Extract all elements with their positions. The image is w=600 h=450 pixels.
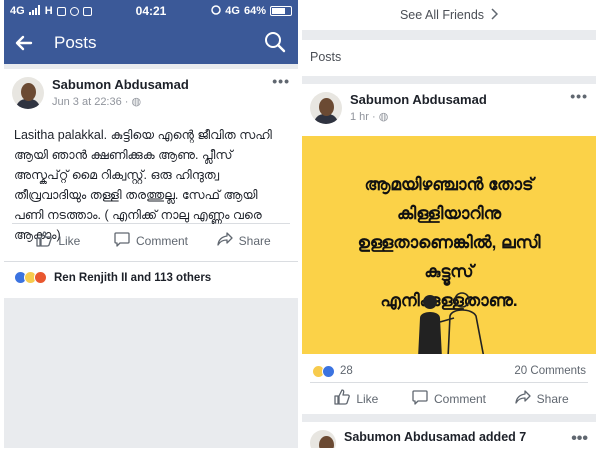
share-button[interactable]: Share bbox=[197, 231, 290, 250]
notification-icon bbox=[56, 6, 66, 16]
post-text: Lasitha palakkal. കുട്ടിയെ എന്റെ ജീവിത സ… bbox=[14, 128, 272, 242]
signal-icon bbox=[28, 4, 41, 18]
chevron-right-icon bbox=[490, 7, 499, 23]
avatar[interactable] bbox=[310, 430, 336, 448]
share-button[interactable]: Share bbox=[495, 389, 588, 408]
left-screen: 4G H 04:21 4G 64% Posts Sabumon Abdusama… bbox=[4, 0, 298, 448]
alarm-icon bbox=[211, 4, 222, 18]
post-meta: 1 hr · ◍ bbox=[350, 110, 570, 123]
see-all-friends-link[interactable]: See All Friends bbox=[302, 0, 596, 30]
banner-line: കിള്ളിയാറിനു bbox=[396, 204, 502, 223]
like-reaction-icon bbox=[322, 364, 335, 378]
reactions-summary: Ren Renjith II and 113 others bbox=[54, 271, 212, 284]
post-timestamp[interactable]: 1 hr bbox=[350, 111, 369, 123]
network-right: 4G bbox=[225, 5, 240, 17]
thumbs-up-icon bbox=[334, 389, 351, 408]
facebook-notif-icon bbox=[82, 6, 92, 16]
thumbs-up-icon bbox=[36, 231, 53, 250]
globe-icon: · ◍ bbox=[372, 111, 389, 123]
search-icon[interactable] bbox=[264, 31, 288, 55]
angry-reaction-icon bbox=[34, 271, 47, 284]
post-header: Sabumon Abdusamad 1 hr · ◍ ••• bbox=[302, 84, 596, 136]
comment-count[interactable]: 20 Comments bbox=[514, 365, 586, 377]
globe-icon: · ◍ bbox=[124, 96, 142, 108]
post-card: Sabumon Abdusamad 1 hr · ◍ ••• ആമയിഴഞ്ചാ… bbox=[302, 84, 596, 414]
post-actions: Like Comment Share bbox=[310, 382, 588, 414]
next-post-card: Sabumon Abdusamad added 7 ••• bbox=[302, 422, 596, 448]
app-bar-title: Posts bbox=[54, 33, 97, 52]
app-bar: Posts bbox=[4, 22, 298, 64]
share-label: Share bbox=[238, 233, 271, 248]
like-button[interactable]: Like bbox=[12, 231, 105, 250]
share-label: Share bbox=[536, 391, 569, 406]
avatar[interactable] bbox=[310, 92, 342, 124]
banner-line: ഉള്ളതാണെങ്കിൽ, ലസി bbox=[357, 233, 541, 252]
text-banner[interactable]: ആമയിഴഞ്ചാൻ തോട് കിള്ളിയാറിനു ഉള്ളതാണെങ്ക… bbox=[302, 136, 596, 354]
more-options-icon[interactable]: ••• bbox=[272, 73, 290, 89]
right-screen: See All Friends Posts Sabumon Abdusamad … bbox=[302, 0, 596, 448]
screenshot-root: 4G H 04:21 4G 64% Posts Sabumon Abdusama… bbox=[0, 0, 600, 450]
post-author[interactable]: Sabumon Abdusamad bbox=[350, 92, 570, 107]
like-button[interactable]: Like bbox=[310, 389, 403, 408]
post-author[interactable]: Sabumon Abdusamad bbox=[52, 77, 272, 92]
reaction-count[interactable]: 28 bbox=[340, 365, 353, 377]
comment-label: Comment bbox=[136, 233, 189, 248]
comment-button[interactable]: Comment bbox=[403, 389, 496, 408]
more-options-icon[interactable]: ••• bbox=[571, 430, 588, 448]
battery-percent: 64% bbox=[243, 5, 266, 17]
reactions-row[interactable]: Ren Renjith II and 113 others bbox=[4, 261, 298, 293]
signal-type: H bbox=[44, 5, 53, 17]
share-icon bbox=[515, 389, 531, 408]
couple-illustration bbox=[418, 292, 485, 354]
avatar[interactable] bbox=[12, 77, 44, 109]
share-icon bbox=[217, 231, 233, 250]
banner-line: കുട്ടൂസ് bbox=[424, 262, 474, 281]
banner-line: ആമയിഴഞ്ചാൻ തോട് bbox=[364, 175, 534, 194]
post-card: Sabumon Abdusamad Jun 3 at 22:36 · ◍ •••… bbox=[4, 69, 298, 298]
comment-icon bbox=[412, 389, 428, 408]
battery-icon bbox=[270, 6, 292, 16]
comment-label: Comment bbox=[434, 391, 487, 406]
network-left: 4G bbox=[10, 5, 25, 17]
post-meta: Jun 3 at 22:36 · ◍ bbox=[52, 95, 272, 108]
like-label: Like bbox=[356, 391, 379, 406]
status-bar: 4G H 04:21 4G 64% bbox=[4, 0, 298, 22]
section-title: Posts bbox=[302, 40, 596, 76]
whatsapp-icon bbox=[69, 6, 79, 16]
next-post-author[interactable]: Sabumon Abdusamad added 7 bbox=[344, 430, 526, 444]
back-arrow-icon[interactable] bbox=[14, 31, 38, 55]
post-header: Sabumon Abdusamad Jun 3 at 22:36 · ◍ ••• bbox=[4, 69, 298, 117]
comment-icon bbox=[114, 231, 130, 250]
comment-button[interactable]: Comment bbox=[105, 231, 198, 250]
post-timestamp[interactable]: Jun 3 at 22:36 bbox=[52, 96, 122, 108]
more-options-icon[interactable]: ••• bbox=[570, 88, 588, 104]
see-all-label: See All Friends bbox=[399, 8, 485, 22]
like-label: Like bbox=[58, 233, 81, 248]
